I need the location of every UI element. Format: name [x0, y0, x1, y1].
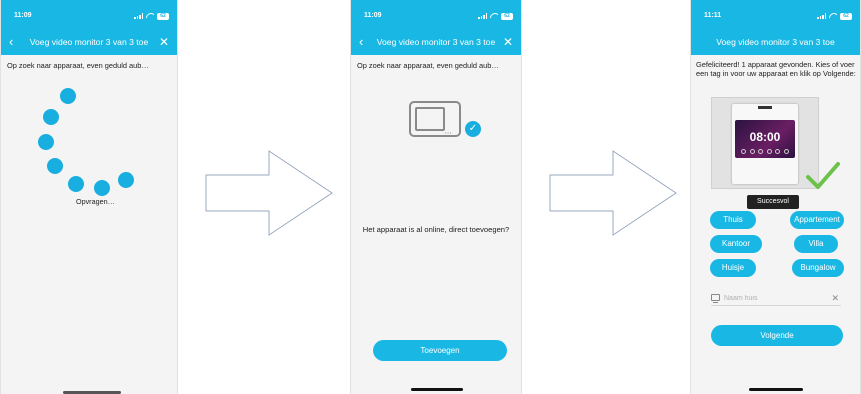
found-message: Gefeliciteerd! 1 apparaat gevonden. Kies…	[696, 60, 856, 78]
spinner-dot	[43, 109, 59, 125]
phone-screen-found: 11:11 62 Voeg video monitor 3 van 3 toe …	[690, 0, 861, 394]
signal-icon	[478, 13, 487, 19]
device-screen-icons	[741, 149, 789, 154]
spinner-dot	[94, 180, 110, 196]
phone-screen-online: 11:09 62 ‹ Voeg video monitor 3 van 3 to…	[350, 0, 522, 394]
device-clock: 08:00	[749, 130, 781, 144]
check-icon	[806, 162, 840, 189]
tag-bungalow[interactable]: Bungalow	[792, 259, 844, 277]
nav-bar: Voeg video monitor 3 van 3 toe	[691, 30, 860, 55]
tv-icon	[711, 294, 720, 303]
battery-icon: 62	[157, 12, 169, 20]
search-message: Op zoek naar apparaat, even geduld aub…	[7, 61, 149, 70]
status-icons: 62	[478, 12, 513, 20]
close-icon[interactable]: ✕	[503, 34, 513, 50]
status-bar: 11:09 62	[1, 0, 177, 30]
status-bar: 11:11 62	[691, 0, 860, 30]
device-screen: 08:00	[735, 120, 795, 158]
spinner-dot	[60, 88, 76, 104]
device-image: 08:00	[711, 97, 819, 189]
monitor-screen	[415, 107, 445, 131]
clear-icon[interactable]: ✕	[831, 292, 839, 304]
tag-appartement[interactable]: Appartement	[790, 211, 844, 229]
video-monitor-device: 08:00	[732, 104, 798, 184]
success-label: Succesvol	[747, 195, 799, 209]
status-time: 11:11	[704, 12, 722, 19]
online-prompt: Het apparaat is al online, direct toevoe…	[362, 225, 510, 234]
wifi-icon	[146, 13, 154, 19]
tag-kantoor[interactable]: Kantoor	[710, 235, 762, 253]
check-icon: ✓	[465, 121, 481, 137]
signal-icon	[134, 13, 143, 19]
tag-villa[interactable]: Villa	[794, 235, 838, 253]
status-time: 11:09	[14, 12, 32, 19]
home-name-field: ✕	[711, 292, 841, 306]
wifi-icon	[829, 13, 837, 19]
nav-bar: ‹ Voeg video monitor 3 van 3 toe ✕	[351, 30, 521, 55]
spinner-dot	[38, 134, 54, 150]
device-brand-mark	[758, 106, 772, 109]
loading-label: Opvragen…	[76, 197, 115, 206]
wifi-icon	[490, 13, 498, 19]
arrow-right-icon	[549, 150, 677, 236]
page-title: Voeg video monitor 3 van 3 toe	[376, 37, 496, 47]
home-indicator	[749, 388, 803, 391]
tag-thuis[interactable]: Thuis	[710, 211, 756, 229]
search-message: Op zoek naar apparaat, even geduld aub…	[357, 61, 499, 70]
spinner-dot	[68, 176, 84, 192]
spinner-dot	[47, 158, 63, 174]
back-icon[interactable]: ‹	[9, 34, 13, 50]
next-button[interactable]: Volgende	[711, 325, 843, 346]
signal-icon	[817, 13, 826, 19]
status-time: 11:09	[364, 12, 382, 19]
monitor-icon: •••	[409, 101, 461, 137]
phone-screen-searching: 11:09 62 ‹ Voeg video monitor 3 van 3 to…	[0, 0, 178, 394]
monitor-leds: •••	[445, 130, 453, 135]
tag-huisje[interactable]: Huisje	[710, 259, 756, 277]
arrow-right-icon	[205, 150, 333, 236]
page-title: Voeg video monitor 3 van 3 toe	[716, 37, 835, 47]
spinner-dot	[118, 172, 134, 188]
close-icon[interactable]: ✕	[159, 34, 169, 50]
status-icons: 62	[817, 12, 852, 20]
battery-icon: 62	[501, 12, 513, 20]
battery-icon: 62	[840, 12, 852, 20]
page-title: Voeg video monitor 3 van 3 toe	[29, 37, 149, 47]
add-button[interactable]: Toevoegen	[373, 340, 507, 361]
home-indicator	[411, 388, 463, 391]
status-icons: 62	[134, 12, 169, 20]
home-name-input[interactable]	[724, 292, 824, 304]
nav-bar: ‹ Voeg video monitor 3 van 3 toe ✕	[1, 30, 177, 55]
status-bar: 11:09 62	[351, 0, 521, 30]
